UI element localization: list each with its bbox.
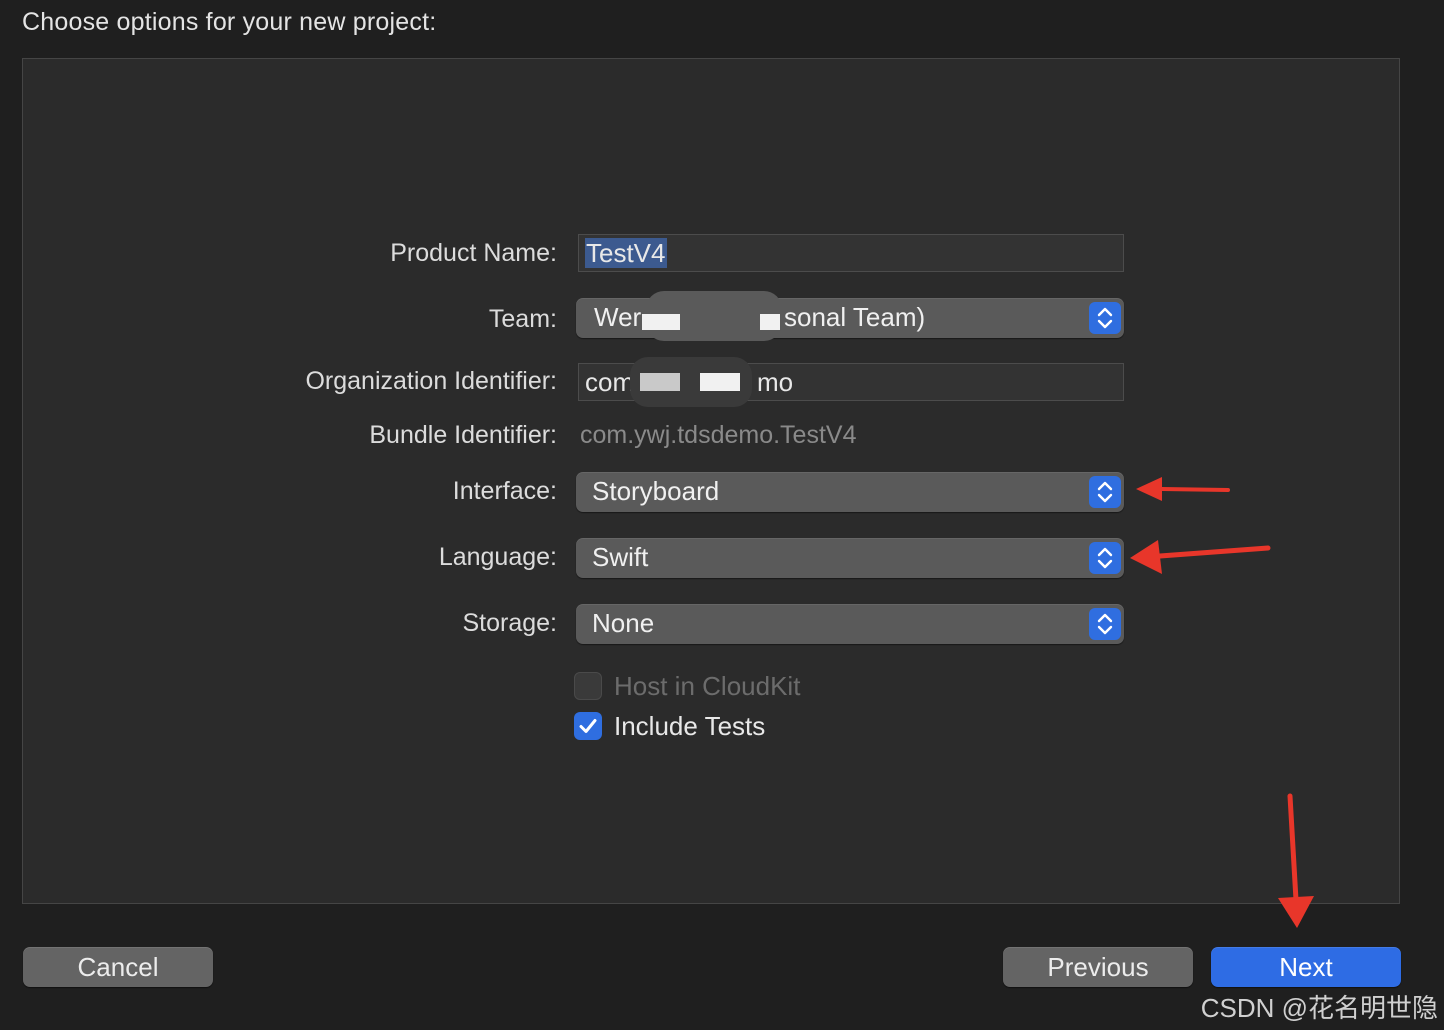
storage-stepper-icon — [1089, 608, 1121, 640]
next-button[interactable]: Next — [1211, 947, 1401, 987]
bundle-identifier-value: com.ywj.tdsdemo.TestV4 — [580, 421, 857, 449]
language-label: Language: — [438, 543, 557, 571]
organization-identifier-label: Organization Identifier: — [305, 367, 557, 395]
host-in-cloudkit-checkbox[interactable] — [574, 672, 602, 700]
interface-value: Storyboard — [592, 476, 720, 506]
product-name-value: TestV4 — [585, 238, 667, 268]
team-label: Team: — [488, 305, 557, 333]
interface-popup[interactable]: Storyboard — [576, 472, 1124, 512]
interface-stepper-icon — [1089, 476, 1121, 508]
redaction-block — [642, 314, 680, 330]
include-tests-label: Include Tests — [614, 711, 766, 741]
previous-button[interactable]: Previous — [1003, 947, 1193, 987]
redaction-block — [760, 314, 780, 330]
organization-identifier-value-start: com — [585, 367, 635, 397]
interface-label: Interface: — [452, 477, 557, 505]
storage-label: Storage: — [462, 609, 557, 637]
organization-identifier-value-end: mo — [757, 367, 794, 397]
language-value: Swift — [592, 542, 649, 572]
team-stepper-icon — [1089, 302, 1121, 334]
host-in-cloudkit-label: Host in CloudKit — [614, 671, 801, 701]
redaction-block — [700, 373, 740, 391]
redaction-block — [640, 373, 680, 391]
team-value-end: sonal Team) — [784, 302, 926, 332]
team-value-start: Wer — [594, 302, 642, 332]
watermark: CSDN @花名明世隐 — [1200, 993, 1438, 1023]
language-popup[interactable]: Swift — [576, 538, 1124, 578]
product-name-field[interactable]: TestV4 — [578, 234, 1124, 272]
product-name-label: Product Name: — [390, 239, 557, 267]
bundle-identifier-label: Bundle Identifier: — [369, 421, 557, 449]
cancel-button[interactable]: Cancel — [23, 947, 213, 987]
checkmark-icon — [579, 719, 597, 733]
storage-popup[interactable]: None — [576, 604, 1124, 644]
window-title: Choose options for your new project: — [22, 8, 437, 36]
include-tests-checkbox[interactable] — [574, 712, 602, 740]
storage-value: None — [592, 608, 655, 638]
language-stepper-icon — [1089, 542, 1121, 574]
